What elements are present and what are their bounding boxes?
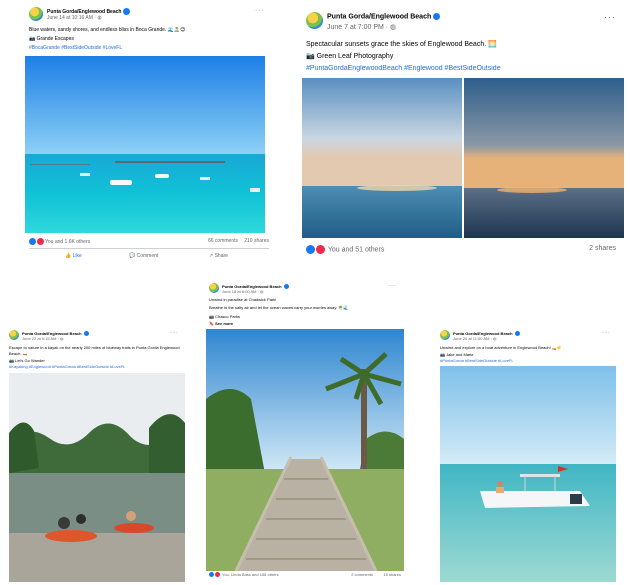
post-photo-boca-grande[interactable] [25,56,265,233]
post-header: Punta Gorda/Englewood Beach June 7 at 7:… [306,12,620,34]
hashtags[interactable]: #BocaGrande #BestSideOutside #LoveFL [29,45,269,51]
photo-credit: 📷 Let's Go Wander [9,358,45,363]
post-text-line: Spectacular sunsets grace the skies of E… [306,41,497,48]
post-photo-kayaking[interactable] [9,373,185,582]
verified-badge-icon [514,331,520,337]
photo-credit: 📷 Jake and Marie [440,352,474,357]
photo-illustration [25,56,265,233]
reactions-summary[interactable]: You and 1.6K others [29,238,90,245]
love-reaction-icon [37,238,44,245]
globe-icon: ◍ [260,289,264,294]
photo-illustration [440,366,616,582]
share-icon: ↗ [209,253,214,259]
comment-button[interactable]: 💬 Comment [129,253,158,259]
more-options-icon[interactable]: ··· [388,283,397,289]
shares-count[interactable]: 2 shares [589,245,616,252]
post-photo-boardwalk[interactable] [206,329,404,571]
like-icon: 👍 [65,253,72,259]
love-reaction-icon [316,245,325,254]
post-timestamp[interactable]: June 14 at 10:16 AM · ◍ [47,15,102,21]
love-reaction-icon [215,572,220,578]
page-name-link[interactable]: Punta Gorda/Englewood Beach [327,13,441,20]
verified-badge-icon [83,331,89,337]
like-reaction-icon [306,245,315,254]
post-text-line: Blue waters, sandy shores, and endless b… [29,27,186,33]
photo-credit: 📷 Chasco Parks [209,314,240,319]
page-logo[interactable] [306,12,323,29]
like-reaction-icon [29,238,36,245]
post-kayaking: Punta Gorda/Englewood Beach June 22 at 9… [5,326,187,582]
post-text-line: Unwind and explore on a boat adventure i… [440,345,562,350]
post-boat-adventure: Punta Gorda/Englewood Beach June 20 at 1… [436,326,619,582]
post-text-line: Breathe in the salty air and let the oce… [209,305,349,310]
like-button[interactable]: 👍 Like [65,253,82,259]
verified-badge-icon [123,8,131,15]
shares-count[interactable]: 210 shares [244,238,269,244]
post-photo-boat[interactable] [440,366,616,582]
like-reaction-icon [209,572,214,578]
more-options-icon[interactable]: ··· [170,330,179,336]
more-options-icon[interactable]: ··· [604,12,616,22]
more-options-icon[interactable]: ··· [255,7,265,14]
page-logo[interactable] [29,7,43,21]
globe-icon: ◍ [60,336,64,341]
hashtags[interactable]: #PuntaGordaEnglewoodBeach #Englewood #Be… [306,65,620,72]
post-photo-sunset-pair[interactable] [302,78,624,238]
share-button[interactable]: ↗ Share [209,253,228,259]
post-timestamp[interactable]: June 20 at 11:00 AM · ◍ [453,336,496,341]
action-bar: 👍 Like 💬 Comment ↗ Share [29,248,269,263]
globe-icon: ◍ [492,336,497,341]
page-logo[interactable] [9,330,19,340]
page-name-link[interactable]: Punta Gorda/Englewood Beach [47,8,131,15]
post-text-line: Escape to nature in a kayak on the nearl… [9,345,180,350]
reactions-summary[interactable]: You, Linda Bass and 158 others [209,572,279,578]
hashtags[interactable]: #PuntaGorda #BestSideOutside #LoveFL [440,358,615,363]
comments-count[interactable]: 2 comments [351,572,373,577]
photo-illustration [302,78,624,238]
post-text-line: Beach. 🛶 [9,351,28,356]
post-chadwick-park: Punta Gorda/Englewood Beach June 18 at 8… [205,279,405,582]
see-more-link[interactable]: 🔖 See more [209,321,401,326]
photo-illustration [206,329,404,571]
reactions-summary[interactable]: You and 51 others [306,245,384,254]
globe-icon: ◍ [97,15,102,21]
photo-credit: 📷 Green Leaf Photography [306,53,394,60]
comments-count[interactable]: 66 comments [208,238,238,244]
comment-icon: 💬 [129,253,136,259]
page-logo[interactable] [440,330,450,340]
hashtags[interactable]: #Kayaking #Englewood #PuntaGorda #BestSi… [9,364,183,369]
verified-badge-icon [283,284,289,290]
more-options-icon[interactable]: ··· [602,330,611,336]
post-timestamp[interactable]: June 22 at 9:15 AM · ◍ [22,336,64,341]
verified-badge-icon [433,13,441,20]
photo-credit: 📷 Grande Escapes [29,36,74,42]
post-header: Punta Gorda/Englewood Beach June 14 at 1… [29,7,269,25]
shares-count[interactable]: 15 shares [383,572,401,577]
globe-icon: ◍ [390,24,397,31]
post-boca-grande: Punta Gorda/Englewood Beach June 14 at 1… [25,3,273,265]
post-timestamp[interactable]: June 7 at 7:00 PM · ◍ [327,23,396,31]
photo-illustration [9,373,185,582]
post-englewood-sunset: Punta Gorda/Englewood Beach June 7 at 7:… [302,8,624,260]
post-timestamp[interactable]: June 18 at 8:00 AM · ◍ [222,289,264,294]
post-text-line: Unwind in paradise at Chadwick Park! [209,297,277,302]
page-logo[interactable] [209,283,219,293]
